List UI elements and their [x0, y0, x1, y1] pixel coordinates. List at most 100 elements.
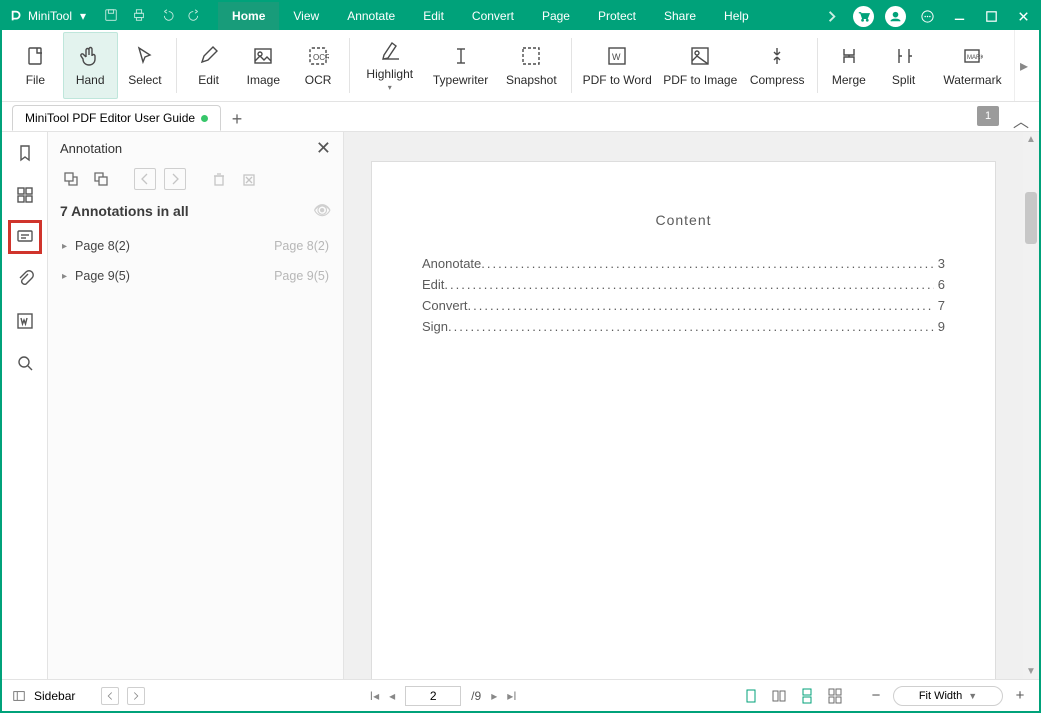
- menu-help[interactable]: Help: [710, 2, 763, 30]
- maximize-button[interactable]: [975, 2, 1007, 30]
- rail-search-icon[interactable]: [10, 348, 40, 378]
- feedback-icon[interactable]: [911, 2, 943, 30]
- zoom-label: Fit Width: [919, 690, 962, 702]
- current-page-input[interactable]: [405, 686, 461, 706]
- annotation-row-hint: Page 8(2): [274, 239, 329, 253]
- tool-label: Hand: [76, 73, 105, 87]
- tool-split[interactable]: Split: [876, 30, 931, 101]
- tool-file[interactable]: File: [8, 30, 63, 101]
- next-annotation-icon[interactable]: [164, 168, 186, 190]
- prev-annotation-icon[interactable]: [134, 168, 156, 190]
- zoom-out-button[interactable]: −: [867, 687, 885, 705]
- document-tabstrip: MiniTool PDF Editor User Guide + 1 ︿: [2, 102, 1039, 132]
- redo-icon[interactable]: [188, 8, 202, 25]
- zoom-in-button[interactable]: +: [1011, 687, 1029, 705]
- tool-watermark[interactable]: MARKWatermark: [931, 30, 1014, 101]
- tool-merge[interactable]: Merge: [821, 30, 876, 101]
- tool-ocr[interactable]: OCROCR: [291, 30, 346, 101]
- toc-label: Convert: [422, 298, 468, 313]
- collapse-ribbon-icon[interactable]: ︿: [1013, 108, 1029, 132]
- view-facing-icon[interactable]: [769, 686, 789, 706]
- close-button[interactable]: [1007, 2, 1039, 30]
- history-forward-icon[interactable]: [127, 687, 145, 705]
- tool-highlight[interactable]: Highlight▾: [354, 30, 425, 101]
- tool-label: Watermark: [943, 73, 1001, 87]
- tool-compress[interactable]: Compress: [742, 30, 813, 101]
- cart-icon[interactable]: [847, 2, 879, 30]
- annotation-row[interactable]: ▸Page 9(5)Page 9(5): [48, 261, 343, 291]
- user-icon[interactable]: [879, 2, 911, 30]
- sidebar-toggle-icon[interactable]: [12, 689, 26, 703]
- sidebar-toggle-label[interactable]: Sidebar: [34, 689, 75, 703]
- print-icon[interactable]: [132, 8, 146, 25]
- chevron-right-icon[interactable]: [815, 2, 847, 30]
- expand-icon[interactable]: ▸: [62, 271, 67, 282]
- annotation-row-hint: Page 9(5): [274, 269, 329, 283]
- tool-pdf-to-image[interactable]: PDF to Image: [659, 30, 742, 101]
- rail-bookmark-icon[interactable]: [10, 138, 40, 168]
- menu-protect[interactable]: Protect: [584, 2, 650, 30]
- rail-thumbnails-icon[interactable]: [10, 180, 40, 210]
- view-single-icon[interactable]: [741, 686, 761, 706]
- panel-title: Annotation: [60, 141, 122, 156]
- next-page-icon[interactable]: ▸: [491, 689, 497, 703]
- view-continuous-icon[interactable]: [797, 686, 817, 706]
- rail-annotation-icon[interactable]: [10, 222, 40, 252]
- minimize-button[interactable]: [943, 2, 975, 30]
- first-page-icon[interactable]: I◂: [370, 689, 379, 703]
- ribbon-overflow-icon[interactable]: ▸: [1014, 30, 1033, 101]
- document-tab[interactable]: MiniTool PDF Editor User Guide: [12, 105, 221, 131]
- last-page-icon[interactable]: ▸I: [507, 689, 516, 703]
- quick-access-toolbar: [94, 8, 212, 25]
- menu-convert[interactable]: Convert: [458, 2, 528, 30]
- scroll-up-icon[interactable]: ▲: [1023, 134, 1039, 145]
- tool-label: Split: [892, 73, 915, 87]
- tool-pdf-to-word[interactable]: W PDF to Word: [576, 30, 659, 101]
- view-continuous-facing-icon[interactable]: [825, 686, 845, 706]
- prev-page-icon[interactable]: ◂: [389, 689, 395, 703]
- delete-annotation-icon[interactable]: [208, 168, 230, 190]
- rail-word-icon[interactable]: [10, 306, 40, 336]
- collapse-all-icon[interactable]: [90, 168, 112, 190]
- svg-text:W: W: [612, 52, 621, 62]
- vertical-scrollbar[interactable]: ▲ ▼: [1023, 132, 1039, 679]
- tool-edit[interactable]: Edit: [181, 30, 236, 101]
- tool-select[interactable]: Select: [118, 30, 173, 101]
- tool-label: PDF to Word: [583, 73, 652, 87]
- document-tab-label: MiniTool PDF Editor User Guide: [25, 111, 195, 125]
- tool-image[interactable]: Image: [236, 30, 291, 101]
- tool-hand[interactable]: Hand: [63, 32, 118, 99]
- annotation-panel: Annotation ✕ 7 Annotations in all 👁 ▸Pag…: [48, 132, 344, 679]
- scrollbar-thumb[interactable]: [1025, 192, 1037, 244]
- menu-home[interactable]: Home: [218, 2, 279, 30]
- save-icon[interactable]: [104, 8, 118, 25]
- menu-view[interactable]: View: [279, 2, 333, 30]
- annotation-list: ▸Page 8(2)Page 8(2)▸Page 9(5)Page 9(5): [48, 227, 343, 295]
- tool-typewriter[interactable]: Typewriter: [425, 30, 496, 101]
- tool-snapshot[interactable]: Snapshot: [496, 30, 567, 101]
- titlebar: MiniTool ▾ HomeViewAnnotateEditConvertPa…: [2, 2, 1039, 30]
- menu-annotate[interactable]: Annotate: [333, 2, 409, 30]
- history-back-icon[interactable]: [101, 687, 119, 705]
- expand-all-icon[interactable]: [60, 168, 82, 190]
- undo-icon[interactable]: [160, 8, 174, 25]
- rail-attachment-icon[interactable]: [10, 264, 40, 294]
- new-tab-button[interactable]: +: [225, 107, 249, 131]
- document-scroll[interactable]: Content Anonotate.......................…: [344, 132, 1023, 679]
- annotation-row[interactable]: ▸Page 8(2)Page 8(2): [48, 231, 343, 261]
- toggle-visibility-icon[interactable]: 👁: [313, 202, 331, 219]
- document-area: Content Anonotate.......................…: [344, 132, 1039, 679]
- app-brand[interactable]: MiniTool ▾: [2, 9, 94, 23]
- expand-icon[interactable]: ▸: [62, 241, 67, 252]
- delete-all-annotations-icon[interactable]: [238, 168, 260, 190]
- panel-close-button[interactable]: ✕: [316, 138, 331, 159]
- scroll-down-icon[interactable]: ▼: [1023, 666, 1039, 677]
- menu-edit[interactable]: Edit: [409, 2, 458, 30]
- zoom-combo[interactable]: Fit Width ▼: [893, 686, 1003, 706]
- menu-share[interactable]: Share: [650, 2, 710, 30]
- zoom-caret-icon: ▼: [968, 691, 977, 701]
- toc-label: Edit: [422, 277, 444, 292]
- menu-page[interactable]: Page: [528, 2, 584, 30]
- page-badge[interactable]: 1: [977, 106, 999, 126]
- workspace: Annotation ✕ 7 Annotations in all 👁 ▸Pag…: [2, 132, 1039, 679]
